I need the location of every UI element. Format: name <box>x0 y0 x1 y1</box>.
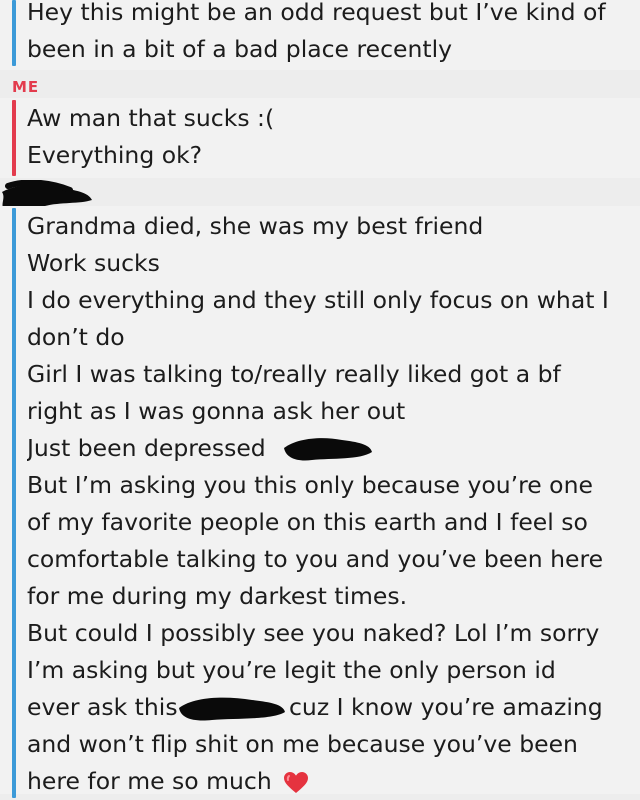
sender-label-me: ME <box>12 78 40 96</box>
message-line: Just been depressed <box>27 430 626 467</box>
heart-emoji-icon <box>284 771 309 793</box>
message-line-text: here for me so much <box>27 767 272 795</box>
message-text: Aw man that sucks :( Everything ok? <box>27 100 626 174</box>
message-line: Aw man that sucks :( <box>27 104 275 132</box>
message-line: Work sucks <box>27 249 160 277</box>
redacted-name-2 <box>179 697 285 721</box>
message-text: Hey this might be an odd request but I’v… <box>27 0 626 68</box>
message-line: I do everything and they still only focu… <box>27 286 609 314</box>
message-block-them-2: Grandma died, she was my best friend Wor… <box>0 206 640 798</box>
message-line: here for me so much <box>27 763 626 800</box>
sender-bar-them <box>12 0 16 66</box>
message-line: But could I possibly see you naked? Lol … <box>27 619 600 647</box>
message-line-text: Just been depressed <box>27 434 266 462</box>
message-line: of my favorite people on this earth and … <box>27 508 588 536</box>
message-line: for me during my darkest times. <box>27 582 408 610</box>
message-line: don’t do <box>27 323 125 351</box>
message-line: and won’t flip shit on me because you’ve… <box>27 730 578 758</box>
message-line: Hey this might be an odd request but I’v… <box>27 0 606 26</box>
message-line: I’m asking but you’re legit the only per… <box>27 656 556 684</box>
message-line: right as I was gonna ask her out <box>27 397 406 425</box>
sender-bar-them <box>12 208 16 798</box>
message-text: Grandma died, she was my best friend Wor… <box>27 208 626 800</box>
message-line: But I’m asking you this only because you… <box>27 471 593 499</box>
message-line: ever ask this cuz I know you’re amazing <box>27 689 626 726</box>
message-line: Girl I was talking to/really really like… <box>27 360 561 388</box>
message-line-text: cuz I know you’re amazing <box>289 693 603 721</box>
sender-bar-me <box>12 100 16 176</box>
message-line-text: ever ask this <box>27 693 178 721</box>
message-block-me: Aw man that sucks :( Everything ok? <box>0 98 640 178</box>
message-line: comfortable talking to you and you’ve be… <box>27 545 604 573</box>
message-block-them-1: Hey this might be an odd request but I’v… <box>0 0 640 70</box>
redacted-name-1 <box>284 438 372 461</box>
message-line: Everything ok? <box>27 141 203 169</box>
message-line: been in a bit of a bad place recently <box>27 35 453 63</box>
message-line: Grandma died, she was my best friend <box>27 212 484 240</box>
